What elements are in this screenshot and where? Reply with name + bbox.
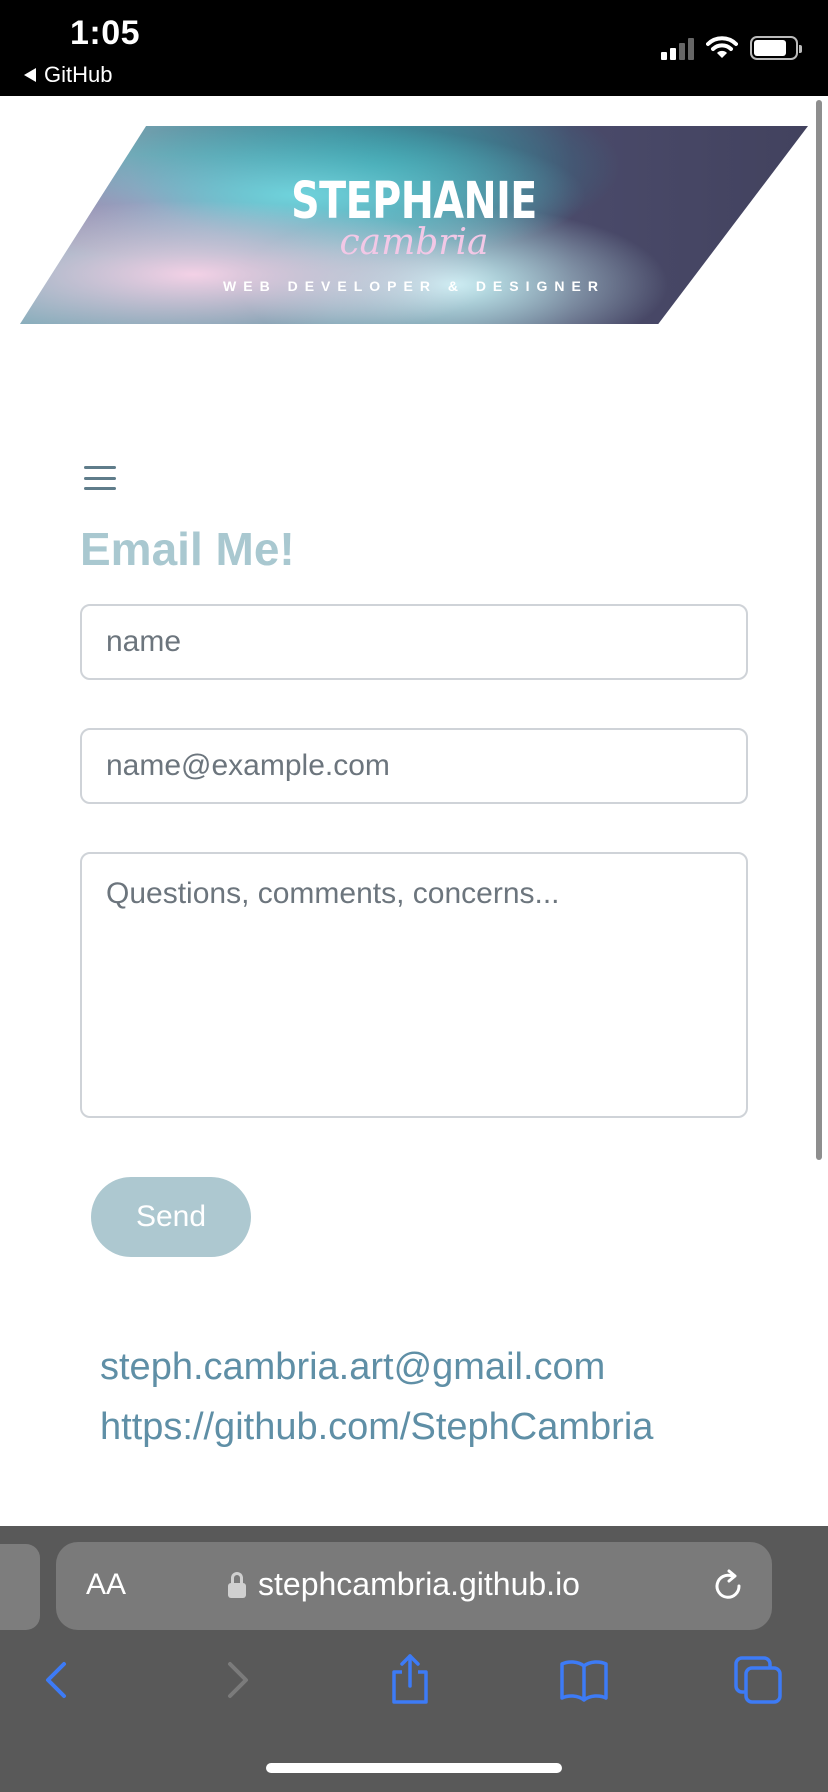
previous-tab-preview[interactable] <box>0 1544 40 1630</box>
aa-label: AA <box>86 1568 127 1601</box>
lock-icon <box>228 1572 246 1600</box>
email-link[interactable]: steph.cambria.art@gmail.com <box>100 1346 605 1389</box>
back-icon[interactable] <box>30 1652 86 1708</box>
back-app-label: GitHub <box>44 62 113 87</box>
tabs-icon[interactable] <box>730 1652 786 1708</box>
reader-settings-button[interactable]: AA <box>86 1568 126 1602</box>
browser-toolbar: AA stephcambria.github.io <box>0 1526 828 1792</box>
share-icon[interactable] <box>382 1652 438 1708</box>
status-icons <box>661 36 802 60</box>
battery-icon <box>750 36 802 60</box>
message-textarea[interactable] <box>80 852 748 1118</box>
forward-icon[interactable] <box>208 1652 264 1708</box>
bookmarks-icon[interactable] <box>556 1652 612 1708</box>
back-to-app-link[interactable]: GitHub <box>24 62 112 88</box>
header-banner: STEPHANIE cambria WEB DEVELOPER & DESIGN… <box>20 126 808 324</box>
status-time: 1:05 <box>70 14 141 52</box>
home-indicator[interactable] <box>266 1763 562 1773</box>
name-input[interactable] <box>80 604 748 680</box>
banner-tagline: WEB DEVELOPER & DESIGNER <box>223 278 605 294</box>
status-bar: 1:05 GitHub <box>0 0 828 96</box>
send-button[interactable]: Send <box>91 1177 251 1257</box>
github-link[interactable]: https://github.com/StephCambria <box>100 1406 653 1449</box>
reload-icon[interactable] <box>710 1568 746 1604</box>
signal-icon <box>661 36 694 60</box>
address-bar[interactable]: AA stephcambria.github.io <box>56 1542 772 1630</box>
email-input[interactable] <box>80 728 748 804</box>
scroll-indicator[interactable] <box>816 100 822 1160</box>
back-triangle-icon <box>24 68 36 82</box>
banner-script-name: cambria <box>339 222 489 263</box>
hamburger-menu-icon[interactable] <box>84 466 116 490</box>
page-title: Email Me! <box>80 523 295 575</box>
url-text[interactable]: stephcambria.github.io <box>258 1566 580 1603</box>
wifi-icon <box>706 36 738 58</box>
